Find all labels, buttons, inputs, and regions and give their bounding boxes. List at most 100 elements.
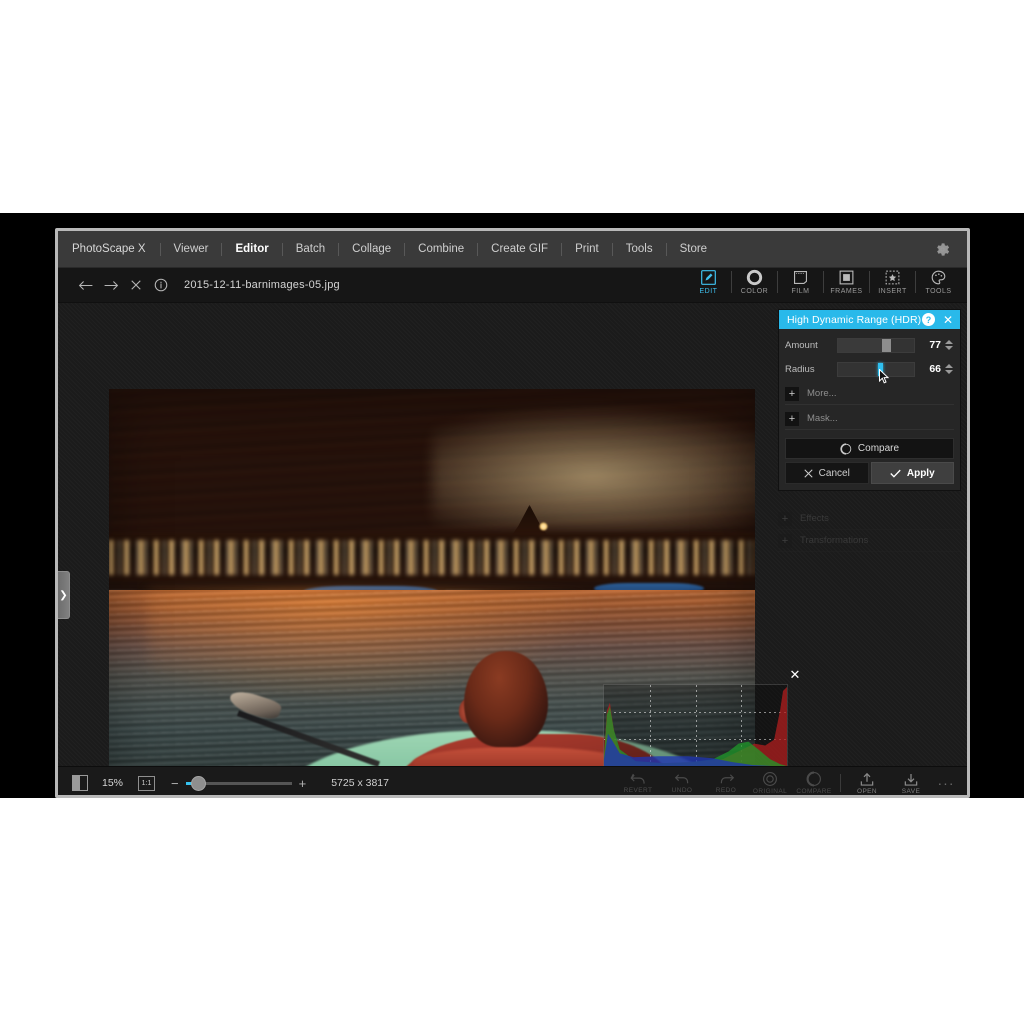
- amount-stepper[interactable]: [945, 340, 954, 350]
- menu-label: Combine: [418, 243, 465, 255]
- bottom-toolbar: 15% 1:1 − + 5725 x 3817 REVERT UNDO REDO…: [58, 766, 967, 795]
- arrow-left-icon[interactable]: [76, 275, 96, 295]
- open-button[interactable]: OPEN: [845, 767, 889, 795]
- tab-insert[interactable]: INSERT: [870, 266, 915, 295]
- photo-sun-highlight: [538, 522, 548, 532]
- redo-icon: [720, 774, 734, 784]
- editor-work-area: ❯ ✕ High Dynamic Range (HDR) ? ✕ Amount …: [58, 303, 967, 766]
- menu-item-batch[interactable]: Batch: [283, 231, 338, 267]
- stepper-up-icon[interactable]: [945, 340, 953, 344]
- mouse-cursor-icon: [879, 368, 890, 383]
- photo-sun-glow: [432, 397, 755, 529]
- x-icon: [804, 468, 813, 478]
- photoscape-window: PhotoScape X Viewer Editor Batch Collage…: [55, 228, 970, 798]
- hdr-panel-body: Amount 77 Radius 66 + More... + Mask... …: [779, 329, 960, 490]
- check-icon: [890, 469, 901, 478]
- zoom-slider[interactable]: [185, 775, 292, 791]
- more-options-button[interactable]: ···: [933, 767, 959, 795]
- menu-item-create-gif[interactable]: Create GIF: [478, 231, 561, 267]
- amount-slider[interactable]: [837, 337, 915, 353]
- photo-kayaker-head: [464, 651, 549, 748]
- left-panel-expand-handle[interactable]: ❯: [58, 571, 70, 619]
- compare-button[interactable]: Compare: [785, 438, 954, 459]
- stepper-down-icon[interactable]: [945, 370, 953, 374]
- hdr-panel-title: High Dynamic Range (HDR): [787, 313, 922, 326]
- plus-icon: +: [785, 411, 799, 426]
- section-effects[interactable]: + Effects: [778, 508, 961, 530]
- radius-value: 66: [929, 363, 941, 375]
- compare-circle-icon: [806, 771, 821, 787]
- menu-item-photoscape-x[interactable]: PhotoScape X: [58, 231, 160, 267]
- tool-divider: [840, 774, 841, 792]
- tool-label: REDO: [715, 787, 737, 794]
- help-icon[interactable]: ?: [921, 313, 935, 326]
- histogram-close-icon[interactable]: ✕: [787, 667, 803, 683]
- radius-stepper[interactable]: [945, 364, 954, 374]
- tab-label: COLOR: [740, 288, 769, 295]
- menu-item-print[interactable]: Print: [562, 231, 612, 267]
- redo-button[interactable]: REDO: [704, 767, 748, 795]
- tab-tools[interactable]: TOOLS: [916, 266, 961, 295]
- tab-label: FILM: [791, 288, 810, 295]
- stepper-down-icon[interactable]: [945, 346, 953, 350]
- close-icon[interactable]: [126, 275, 146, 295]
- slider-label: Radius: [785, 363, 815, 375]
- gear-icon[interactable]: [929, 231, 955, 267]
- original-button[interactable]: ORIGINAL: [748, 767, 792, 795]
- image-dimensions-label: 5725 x 3817: [331, 777, 389, 789]
- screenshot-stage: PhotoScape X Viewer Editor Batch Collage…: [0, 0, 1024, 1024]
- menu-label: Print: [575, 243, 599, 255]
- histogram-overlay[interactable]: ✕: [603, 667, 800, 766]
- close-icon[interactable]: ✕: [941, 314, 955, 326]
- tab-film[interactable]: FILM: [778, 266, 823, 295]
- section-transformations[interactable]: + Transformations: [778, 530, 961, 552]
- zoom-slider-handle[interactable]: [190, 775, 206, 791]
- compare-circle-icon: [840, 442, 852, 455]
- menu-label: Editor: [235, 243, 269, 255]
- section-label: Transformations: [800, 535, 869, 546]
- menu-label: Viewer: [173, 243, 209, 255]
- menu-label: Collage: [352, 243, 392, 255]
- info-icon[interactable]: [151, 275, 171, 295]
- tool-label: REVERT: [623, 787, 653, 794]
- save-button[interactable]: SAVE: [889, 767, 933, 795]
- tab-edit[interactable]: EDIT: [686, 266, 731, 295]
- fit-1to1-button[interactable]: 1:1: [138, 775, 155, 791]
- menu-item-combine[interactable]: Combine: [405, 231, 477, 267]
- hdr-panel-header: High Dynamic Range (HDR) ? ✕: [779, 310, 960, 329]
- expander-more[interactable]: + More...: [785, 383, 954, 405]
- slider-row-amount: Amount 77: [785, 334, 954, 356]
- menu-item-editor[interactable]: Editor: [222, 231, 281, 267]
- menu-item-tools[interactable]: Tools: [613, 231, 666, 267]
- undo-button[interactable]: UNDO: [660, 767, 704, 795]
- expander-mask[interactable]: + Mask...: [785, 408, 954, 430]
- zoom-percent-label: 15%: [102, 777, 124, 789]
- cancel-button[interactable]: Cancel: [785, 462, 869, 484]
- zoom-in-button[interactable]: +: [299, 776, 307, 791]
- stepper-up-icon[interactable]: [945, 364, 953, 368]
- open-upload-icon: [860, 772, 874, 786]
- tab-label: TOOLS: [925, 288, 952, 295]
- menu-item-viewer[interactable]: Viewer: [161, 231, 222, 267]
- tool-label: COMPARE: [796, 788, 832, 795]
- plus-icon: +: [785, 386, 799, 401]
- apply-button[interactable]: Apply: [870, 462, 954, 484]
- menu-item-collage[interactable]: Collage: [339, 231, 404, 267]
- menu-bar: PhotoScape X Viewer Editor Batch Collage…: [58, 231, 967, 268]
- arrow-right-icon[interactable]: [101, 275, 121, 295]
- menu-label: Create GIF: [491, 243, 549, 255]
- revert-button[interactable]: REVERT: [616, 767, 660, 795]
- tab-color[interactable]: COLOR: [732, 266, 777, 295]
- expander-label: More...: [807, 388, 837, 399]
- split-view-icon[interactable]: [72, 775, 88, 791]
- menu-label: PhotoScape X: [72, 243, 146, 255]
- save-download-icon: [904, 773, 918, 786]
- revert-icon: [629, 773, 645, 784]
- panel-action-row: Cancel Apply: [785, 462, 954, 484]
- compare-button-bottom[interactable]: COMPARE: [792, 767, 836, 795]
- tab-frames[interactable]: FRAMES: [824, 266, 869, 295]
- menu-item-store[interactable]: Store: [667, 231, 721, 267]
- radius-slider[interactable]: [837, 361, 915, 383]
- zoom-out-button[interactable]: −: [171, 776, 179, 791]
- menu-label: Tools: [625, 243, 653, 255]
